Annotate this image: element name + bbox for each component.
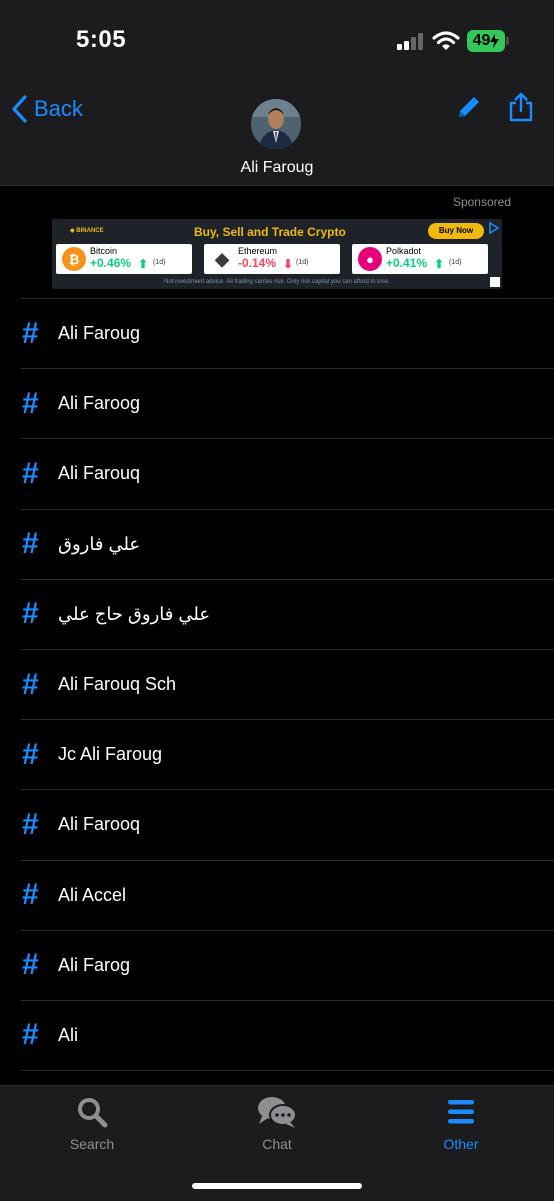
profile-photo — [251, 99, 301, 149]
coin-change: +0.41% — [386, 256, 428, 270]
ad-brand: ◆ BINANCE — [70, 228, 104, 234]
coin-name: Polkadot — [386, 246, 422, 256]
arrow-up-icon: ⬆ — [434, 257, 445, 271]
polkadot-icon: ● — [358, 247, 382, 271]
bitcoin-icon: ₿ — [62, 247, 86, 271]
hashtag-icon: # — [22, 878, 39, 912]
tag-label: علي فاروق — [58, 533, 141, 554]
coin-period: (1d) — [296, 259, 309, 266]
list-item[interactable]: # Jc Ali Faroug — [21, 720, 554, 791]
coin-name: Bitcoin — [90, 246, 118, 256]
adchoices-icon[interactable] — [488, 222, 500, 234]
ad-coin-card-polkadot[interactable]: ● Polkadot +0.41% ⬆ (1d) — [352, 244, 488, 274]
ad-resize-corner — [490, 277, 500, 287]
cellular-signal-icon — [397, 32, 425, 50]
tag-label: Ali Faroog — [58, 393, 141, 414]
list-item[interactable]: # Ali Farouq Sch — [21, 650, 554, 721]
tag-label: Ali Farouq — [58, 463, 141, 484]
ad-coin-card-bitcoin[interactable]: ₿ Bitcoin +0.46% ⬆ (1d) — [56, 244, 192, 274]
coin-change: +0.46% — [90, 256, 132, 270]
charging-bolt-icon — [490, 34, 500, 48]
name-tag-list: # Ali Faroug # Ali Faroog # Ali Farouq # علي… — [21, 298, 554, 1072]
tag-label: Ali Farooq — [58, 814, 141, 835]
hashtag-icon: # — [22, 527, 39, 561]
hashtag-icon: # — [22, 948, 39, 982]
list-item[interactable]: # Ali Accel — [21, 861, 554, 931]
arrow-up-icon: ⬆ — [138, 257, 149, 271]
ad-disclaimer: Not investment advice. All trading carri… — [164, 279, 390, 285]
hashtag-icon: # — [22, 316, 39, 350]
avatar[interactable] — [251, 99, 301, 149]
tab-chat[interactable]: Chat — [217, 1094, 337, 1154]
tag-label: Ali Faroug — [58, 323, 141, 344]
menu-icon — [448, 1100, 474, 1124]
tag-label: Ali Farog — [58, 954, 131, 975]
tab-chat-label: Chat — [262, 1136, 292, 1152]
battery-level: 49 — [472, 32, 491, 49]
contact-name: Ali Faroug — [240, 159, 314, 176]
tab-other[interactable]: Other — [401, 1094, 521, 1154]
hashtag-icon: # — [22, 456, 39, 490]
coin-period: (1d) — [153, 259, 166, 266]
coin-period: (1d) — [449, 259, 462, 266]
hashtag-icon: # — [22, 386, 39, 420]
tag-label: Ali Farouq Sch — [58, 674, 177, 695]
status-time: 5:05 — [76, 26, 127, 53]
hashtag-icon: # — [22, 737, 39, 771]
hashtag-icon: # — [22, 597, 39, 631]
tag-label: Ali — [58, 1024, 79, 1045]
arrow-down-icon: ⬇ — [283, 257, 294, 271]
tag-label: Jc Ali Faroug — [58, 744, 163, 765]
list-item[interactable]: # Ali — [21, 1001, 554, 1072]
list-item[interactable]: # Ali Farouq — [21, 439, 554, 510]
back-label: Back — [34, 96, 83, 121]
battery-tip — [506, 37, 509, 45]
tab-search[interactable]: Search — [32, 1094, 152, 1154]
ad-headline: Buy, Sell and Trade Crypto — [194, 225, 346, 239]
tab-other-label: Other — [443, 1136, 479, 1152]
contact-header: Back Ali Faroug — [0, 80, 554, 186]
status-bar: 5:05 49 — [0, 0, 554, 80]
ethereum-icon: ◆ — [210, 247, 234, 271]
list-item[interactable]: # علي فاروق — [21, 510, 554, 580]
ad-banner[interactable]: ◆ BINANCE Buy, Sell and Trade Crypto Buy… — [52, 219, 502, 289]
ad-brand-text: BINANCE — [76, 228, 104, 234]
hashtag-icon: # — [22, 667, 39, 701]
list-item[interactable]: # Ali Faroug — [21, 299, 554, 370]
back-button[interactable]: Back — [10, 92, 83, 126]
search-icon — [78, 1098, 108, 1128]
ad-buy-now-button[interactable]: Buy Now — [428, 223, 484, 239]
list-item[interactable]: # علي فاروق حاج علي — [21, 580, 554, 650]
ad-coin-card-ethereum[interactable]: ◆ Ethereum -0.14% ⬇ (1d) — [204, 244, 340, 274]
home-indicator[interactable] — [192, 1183, 362, 1189]
hashtag-icon: # — [22, 1018, 39, 1052]
list-item[interactable]: # Ali Farooq — [21, 790, 554, 861]
battery-icon: 49 — [467, 30, 505, 52]
list-item[interactable]: # Ali Faroog — [21, 369, 554, 440]
chevron-left-icon — [12, 95, 27, 123]
chat-icon — [258, 1097, 297, 1128]
hashtag-icon: # — [22, 807, 39, 841]
tag-label: Ali Accel — [58, 884, 127, 905]
wifi-icon — [432, 31, 460, 50]
coin-change: -0.14% — [238, 256, 277, 270]
sponsored-label: Sponsored — [452, 195, 511, 209]
list-item[interactable]: # Ali Farog — [21, 931, 554, 1001]
share-icon[interactable] — [507, 92, 535, 122]
coin-name: Ethereum — [238, 246, 278, 256]
edit-icon[interactable] — [455, 93, 483, 121]
tab-search-label: Search — [69, 1136, 115, 1152]
tag-label: علي فاروق حاج علي — [58, 603, 211, 624]
